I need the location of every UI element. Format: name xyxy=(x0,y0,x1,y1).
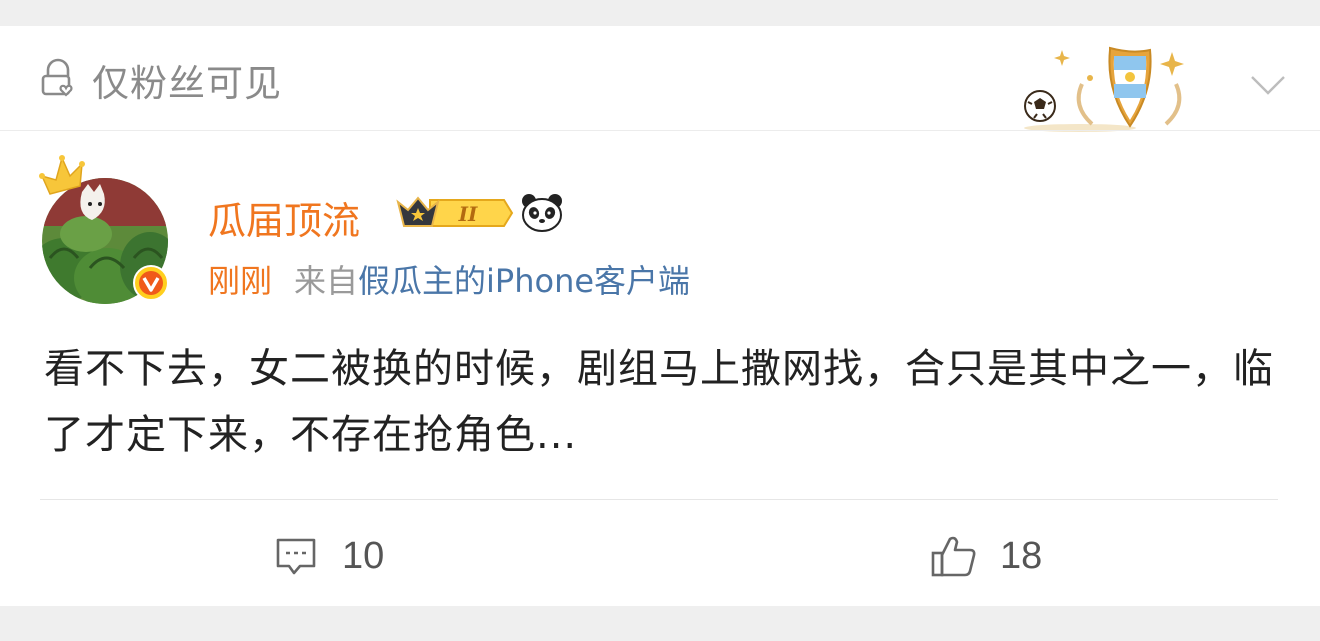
weibo-post-card: 仅粉丝可见 瓜届顶流 II 刚刚 来自假瓜主的iPhone客户端 看不下去，女二… xyxy=(0,26,1320,606)
lock-heart-icon xyxy=(41,58,73,97)
chevron-down-icon[interactable] xyxy=(1250,74,1286,96)
verified-v-badge-icon xyxy=(133,265,169,301)
comment-count: 10 xyxy=(342,534,385,577)
panda-icon xyxy=(522,194,562,232)
source-client-link[interactable]: 假瓜主的iPhone客户端 xyxy=(358,262,690,300)
thumbs-up-icon xyxy=(931,536,976,577)
post-meta: 刚刚 来自假瓜主的iPhone客户端 xyxy=(208,256,690,302)
source-prefix: 来自 xyxy=(294,262,359,300)
crown-icon xyxy=(39,155,85,195)
post-time: 刚刚 xyxy=(208,262,273,300)
post-text[interactable]: 看不下去，女二被换的时候，剧组马上撒网找，合只是其中之一，临了才定下来，不存在抢… xyxy=(44,336,1274,468)
argentina-football-medal-icon xyxy=(1024,46,1184,132)
content-divider xyxy=(40,499,1278,500)
comment-icon xyxy=(276,538,316,575)
level-text: II xyxy=(458,202,478,226)
like-count: 18 xyxy=(1000,534,1043,577)
author-avatar[interactable] xyxy=(36,154,176,304)
like-button[interactable]: 18 xyxy=(930,528,1042,584)
comment-button[interactable]: 10 xyxy=(274,528,384,584)
author-name[interactable]: 瓜届顶流 xyxy=(208,190,360,245)
visibility-label: 仅粉丝可见 xyxy=(92,62,282,105)
vip-level-badge: II xyxy=(396,196,514,227)
post-header: 仅粉丝可见 xyxy=(0,26,1320,132)
header-divider xyxy=(0,130,1320,131)
